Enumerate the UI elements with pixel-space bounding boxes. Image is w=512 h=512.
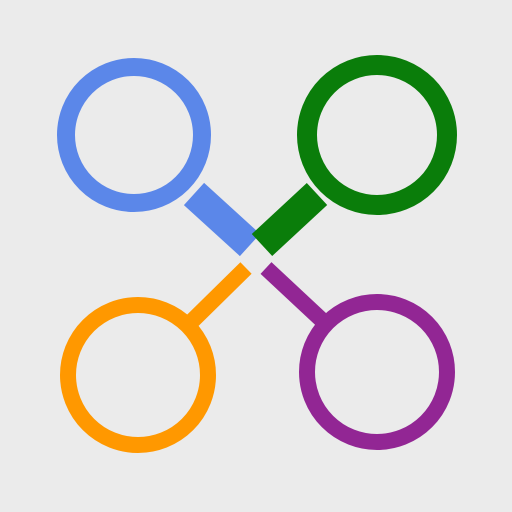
blue-ring [57,58,211,212]
green-ring [297,55,457,215]
purple-magnifier-icon [260,262,455,450]
app-logo-canvas [0,0,512,512]
orange-magnifier-icon [60,262,252,453]
purple-ring [299,294,455,450]
green-magnifier-icon [251,55,457,256]
orange-handle [180,262,252,333]
logo-four-magnifiers [57,55,457,453]
blue-magnifier-icon [57,58,261,257]
purple-handle [260,262,332,330]
green-handle [251,183,328,256]
orange-ring [60,297,216,453]
blue-handle [183,182,261,257]
